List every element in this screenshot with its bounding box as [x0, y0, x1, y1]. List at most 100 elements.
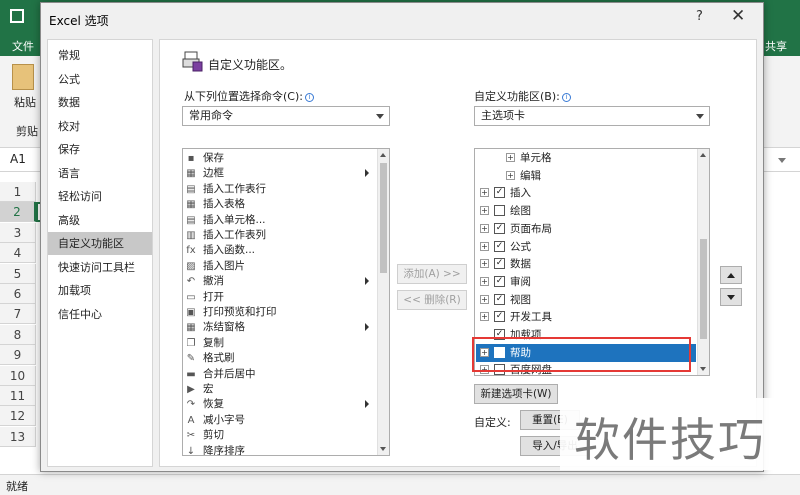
move-down-button[interactable] [720, 288, 742, 306]
command-item[interactable]: ▤ 插入单元格... [185, 213, 375, 228]
command-item[interactable]: fx 插入函数... [185, 243, 375, 258]
row-header[interactable]: 9 [0, 345, 36, 366]
row-header[interactable]: 2 [0, 202, 36, 223]
command-item[interactable]: ▦ 边框 [185, 166, 375, 181]
ribbon-tree-scrollbar[interactable] [697, 149, 709, 375]
row-header[interactable]: 6 [0, 284, 36, 304]
command-item[interactable]: ▦ 插入表格 [185, 197, 375, 212]
expand-icon[interactable]: + [506, 153, 515, 162]
ribbon-tab-item[interactable]: + 单元格 [476, 149, 696, 167]
name-box[interactable]: A1 [10, 152, 26, 166]
nav-item[interactable]: 信任中心 [48, 303, 152, 326]
scroll-up-icon[interactable] [700, 153, 706, 157]
scroll-down-icon[interactable] [380, 447, 386, 451]
ribbon-tab-file[interactable]: 文件 [12, 38, 34, 54]
decrease-font-icon: A [187, 414, 195, 426]
expand-icon[interactable]: + [480, 294, 489, 304]
command-item[interactable]: ▨ 插入图片 [185, 259, 375, 274]
expand-icon[interactable]: + [480, 312, 489, 322]
ribbon-tab-item[interactable]: + ✓ 审阅 [476, 273, 696, 291]
paste-label[interactable]: 粘贴 [14, 94, 36, 110]
command-list-scrollbar[interactable] [377, 149, 389, 455]
scroll-thumb[interactable] [380, 163, 387, 273]
tab-checkbox[interactable]: ✓ [494, 275, 505, 287]
close-button[interactable]: ✕ [731, 6, 745, 26]
expand-icon[interactable]: + [480, 206, 489, 216]
tab-checkbox[interactable] [494, 205, 505, 217]
nav-item[interactable]: 高级 [48, 209, 152, 232]
row-header[interactable]: 4 [0, 243, 36, 264]
name-box-dropdown-icon[interactable] [778, 158, 786, 163]
command-item[interactable]: ✂ 剪切 [185, 428, 375, 443]
expand-icon[interactable]: + [480, 223, 489, 233]
ribbon-tab-item[interactable]: + 编辑 [476, 167, 696, 185]
ribbon-tab-item[interactable]: + ✓ 数据 [476, 255, 696, 273]
scroll-thumb[interactable] [700, 239, 707, 339]
save-icon[interactable] [10, 9, 24, 23]
row-header[interactable]: 10 [0, 365, 36, 386]
ribbon-tab-item[interactable]: + 绘图 [476, 202, 696, 220]
paste-icon[interactable] [12, 64, 34, 90]
command-item[interactable]: ▦ 冻结窗格 [185, 320, 375, 335]
ribbon-tab-share[interactable]: 共享 [765, 38, 787, 54]
nav-item[interactable]: 公式 [48, 68, 152, 91]
tab-checkbox[interactable]: ✓ [494, 187, 505, 199]
nav-item[interactable]: 自定义功能区 [48, 232, 152, 255]
command-source-select[interactable]: 常用命令 [182, 106, 390, 126]
command-item[interactable]: ✎ 格式刷 [185, 351, 375, 366]
tab-checkbox[interactable]: ✓ [494, 240, 505, 252]
scroll-up-icon[interactable] [380, 153, 386, 157]
row-header[interactable]: 8 [0, 324, 36, 345]
command-item[interactable]: ↓ 降序排序 [185, 444, 375, 455]
nav-item[interactable]: 常规 [48, 44, 152, 67]
nav-item[interactable]: 保存 [48, 138, 152, 161]
scroll-down-icon[interactable] [700, 367, 706, 371]
add-button[interactable]: 添加(A) >> [397, 264, 467, 284]
nav-item[interactable]: 轻松访问 [48, 185, 152, 208]
command-item[interactable]: ▥ 插入工作表列 [185, 228, 375, 243]
tab-checkbox[interactable]: ✓ [494, 311, 505, 323]
command-item[interactable]: ▪ 保存 [185, 151, 375, 166]
command-item[interactable]: ▬ 合并后居中 [185, 367, 375, 382]
remove-button[interactable]: << 删除(R) [397, 290, 467, 310]
ribbon-tab-item[interactable]: + ✓ 插入 [476, 184, 696, 202]
command-item[interactable]: ❐ 复制 [185, 336, 375, 351]
command-item[interactable]: ▶ 宏 [185, 382, 375, 397]
command-list[interactable]: ▪ 保存 ▦ 边框 ▤ 插入工作表行 ▦ 插入表格 ▤ 插入单元格... ▥ 插入工作表列 fx 插入函数… [182, 148, 390, 456]
row-header[interactable]: 3 [0, 222, 36, 243]
row-header[interactable]: 5 [0, 263, 36, 284]
nav-item[interactable]: 校对 [48, 115, 152, 138]
new-tab-button[interactable]: 新建选项卡(W) [474, 384, 558, 404]
tab-checkbox[interactable]: ✓ [494, 293, 505, 305]
nav-item[interactable]: 语言 [48, 162, 152, 185]
nav-item[interactable]: 加载项 [48, 279, 152, 302]
row-header[interactable]: 13 [0, 426, 36, 447]
command-item[interactable]: A 减小字号 [185, 413, 375, 428]
expand-icon[interactable]: + [480, 259, 489, 269]
row-header[interactable]: 7 [0, 304, 36, 325]
move-up-button[interactable] [720, 266, 742, 284]
insert-column-icon: ▥ [186, 230, 196, 241]
ribbon-tab-item[interactable]: + ✓ 开发工具 [476, 308, 696, 326]
expand-icon[interactable]: + [480, 276, 489, 286]
row-header[interactable]: 11 [0, 386, 36, 406]
expand-icon[interactable]: + [480, 188, 489, 198]
nav-item[interactable]: 快速访问工具栏 [48, 256, 152, 279]
command-item[interactable]: ↷ 恢复 [185, 397, 375, 412]
command-item[interactable]: ↶ 撤消 [185, 274, 375, 289]
nav-item[interactable]: 数据 [48, 91, 152, 114]
tab-checkbox[interactable]: ✓ [494, 222, 505, 234]
row-header[interactable]: 1 [0, 182, 36, 202]
ribbon-tab-item[interactable]: + ✓ 公式 [476, 238, 696, 256]
ribbon-tab-item[interactable]: + ✓ 页面布局 [476, 220, 696, 238]
command-item[interactable]: ▣ 打印预览和打印 [185, 305, 375, 320]
ribbon-tab-item[interactable]: + ✓ 视图 [476, 291, 696, 309]
command-item[interactable]: ▤ 插入工作表行 [185, 182, 375, 197]
help-button[interactable]: ? [696, 9, 703, 24]
expand-icon[interactable]: + [506, 170, 515, 180]
ribbon-scope-select[interactable]: 主选项卡 [474, 106, 710, 126]
tab-checkbox[interactable]: ✓ [494, 258, 505, 270]
row-header[interactable]: 12 [0, 406, 36, 427]
expand-icon[interactable]: + [480, 241, 489, 251]
command-item[interactable]: ▭ 打开 [185, 290, 375, 305]
